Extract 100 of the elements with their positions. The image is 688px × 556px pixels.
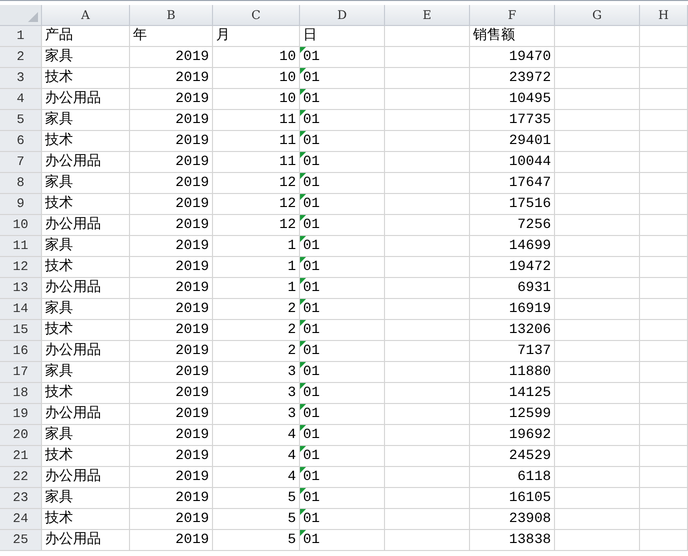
table-cell bbox=[640, 446, 688, 467]
table-cell bbox=[640, 257, 688, 278]
table-cell-text: 2019 bbox=[175, 510, 209, 529]
table-cell bbox=[640, 173, 688, 194]
table-cell-text: 16105 bbox=[508, 489, 551, 508]
row-header[interactable]: 8 bbox=[0, 173, 42, 194]
row-header[interactable]: 20 bbox=[0, 425, 42, 446]
table-cell-text: 01 bbox=[303, 405, 320, 424]
row-header[interactable]: 9 bbox=[0, 194, 42, 215]
row-header[interactable]: 14 bbox=[0, 299, 42, 320]
table-cell-text: 技术 bbox=[45, 446, 73, 466]
column-title: 年 bbox=[133, 26, 147, 46]
row-header[interactable]: 11 bbox=[0, 236, 42, 257]
row-header[interactable]: 24 bbox=[0, 509, 42, 530]
table-cell-text: 01 bbox=[303, 447, 320, 466]
select-all-icon[interactable] bbox=[28, 12, 38, 22]
table-cell-text: 2019 bbox=[175, 405, 209, 424]
table-cell-text: 01 bbox=[303, 279, 320, 298]
table-cell-text: 技术 bbox=[45, 384, 73, 403]
table-cell: 家具 bbox=[45, 110, 73, 130]
table-cell-text: 2019 bbox=[175, 237, 209, 256]
table-cell-text: 01 bbox=[303, 216, 320, 235]
table-cell-text: 01 bbox=[303, 531, 320, 550]
column-header[interactable]: C bbox=[213, 5, 300, 26]
table-cell bbox=[640, 299, 688, 320]
table-cell-text: 6931 bbox=[517, 279, 551, 298]
row-header[interactable]: 2 bbox=[0, 47, 42, 68]
table-cell-text: 2019 bbox=[175, 342, 209, 361]
table-cell-text: 2019 bbox=[175, 426, 209, 445]
row-header[interactable]: 15 bbox=[0, 320, 42, 341]
table-cell-text: 办公用品 bbox=[45, 530, 101, 550]
table-cell: 家具 bbox=[45, 173, 73, 193]
row-header[interactable]: 12 bbox=[0, 257, 42, 278]
table-cell bbox=[640, 194, 688, 215]
column-header[interactable]: D bbox=[300, 5, 385, 26]
row-header[interactable]: 25 bbox=[0, 530, 42, 551]
table-cell-text: 技术 bbox=[45, 510, 73, 529]
row-header[interactable]: 6 bbox=[0, 131, 42, 152]
row-header[interactable]: 13 bbox=[0, 278, 42, 299]
table-cell bbox=[640, 68, 688, 89]
column-header[interactable]: G bbox=[555, 5, 640, 26]
table-cell-text: 技术 bbox=[45, 194, 73, 214]
table-cell-text: 办公用品 bbox=[45, 404, 101, 424]
column-title: 月 bbox=[216, 27, 230, 46]
table-cell-text: 24529 bbox=[508, 447, 551, 466]
table-cell-text: 1 bbox=[288, 237, 296, 256]
row-header[interactable]: 19 bbox=[0, 404, 42, 425]
row-header[interactable]: 17 bbox=[0, 362, 42, 383]
table-cell-text: 17647 bbox=[508, 174, 551, 193]
table-cell-text: 11 bbox=[279, 132, 296, 151]
table-cell-text: 12 bbox=[279, 174, 296, 193]
table-cell-text: 2019 bbox=[175, 489, 209, 508]
table-cell-text: 19692 bbox=[508, 426, 551, 445]
table-cell bbox=[640, 215, 688, 236]
table-cell-text: 14699 bbox=[508, 237, 551, 256]
table-cell-text: 01 bbox=[303, 153, 320, 172]
table-cell-text: 办公用品 bbox=[45, 216, 101, 235]
table-cell-text: 办公用品 bbox=[45, 90, 101, 109]
row-header[interactable]: 1 bbox=[0, 26, 42, 47]
row-header[interactable]: 23 bbox=[0, 488, 42, 509]
table-cell-text: 10 bbox=[279, 48, 296, 67]
column-header[interactable]: H bbox=[640, 5, 688, 26]
table-cell bbox=[640, 530, 688, 551]
row-header[interactable]: 4 bbox=[0, 89, 42, 110]
table-cell bbox=[640, 404, 688, 425]
table-cell-text: 12 bbox=[279, 195, 296, 214]
table-cell-text: 17735 bbox=[508, 111, 551, 130]
table-cell bbox=[640, 47, 688, 68]
column-header[interactable]: E bbox=[385, 5, 470, 26]
column-header[interactable]: B bbox=[130, 5, 213, 26]
table-cell bbox=[640, 26, 688, 47]
table-cell-text: 12 bbox=[279, 216, 296, 235]
table-cell-text: 办公用品 bbox=[45, 342, 101, 361]
table-cell-text: 办公用品 bbox=[45, 278, 101, 298]
table-cell-text: 2019 bbox=[175, 384, 209, 403]
row-header[interactable]: 16 bbox=[0, 341, 42, 362]
row-header[interactable]: 3 bbox=[0, 68, 42, 89]
row-header[interactable]: 18 bbox=[0, 383, 42, 404]
table-cell-text: 2019 bbox=[175, 69, 209, 88]
table-cell-text: 01 bbox=[303, 195, 320, 214]
row-header[interactable]: 5 bbox=[0, 110, 42, 131]
table-cell: 家具 bbox=[45, 299, 73, 319]
table-cell-text: 2019 bbox=[175, 258, 209, 277]
column-header[interactable]: A bbox=[42, 5, 130, 26]
row-header[interactable]: 22 bbox=[0, 467, 42, 488]
table-cell-text: 01 bbox=[303, 258, 320, 277]
table-cell bbox=[640, 320, 688, 341]
row-header[interactable]: 21 bbox=[0, 446, 42, 467]
table-cell bbox=[640, 236, 688, 257]
table-cell-text: 2019 bbox=[175, 153, 209, 172]
row-header[interactable]: 10 bbox=[0, 215, 42, 236]
table-cell-text: 2019 bbox=[175, 300, 209, 319]
table-cell bbox=[640, 509, 688, 530]
table-cell-text: 01 bbox=[303, 342, 320, 361]
column-header[interactable]: F bbox=[470, 5, 555, 26]
table-cell-text: 11880 bbox=[508, 363, 551, 382]
table-cell-text: 01 bbox=[303, 489, 320, 508]
table-cell: 家具 bbox=[45, 47, 73, 67]
row-header[interactable]: 7 bbox=[0, 152, 42, 173]
table-cell-text: 01 bbox=[303, 69, 320, 88]
